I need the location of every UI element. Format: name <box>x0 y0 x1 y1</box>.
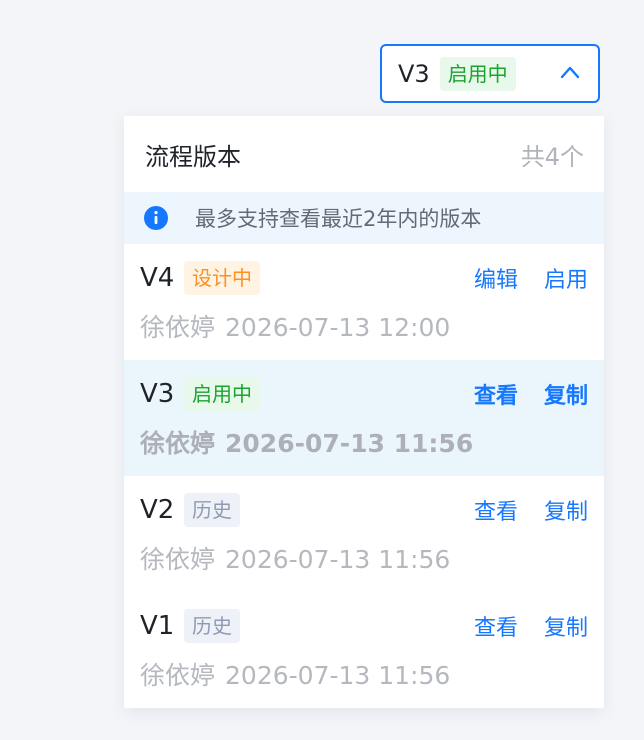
version-timestamp: 2026-07-13 12:00 <box>225 313 451 342</box>
version-item-v1[interactable]: V1 历史 查看 复制徐依婷 2026-07-13 11:56 <box>124 592 604 708</box>
version-author: 徐依婷 <box>140 661 216 690</box>
copy-version-button[interactable]: 复制 <box>544 494 588 526</box>
version-meta: 徐依婷 2026-07-13 11:56 <box>140 424 588 460</box>
version-status-badge: 启用中 <box>184 377 260 411</box>
version-meta: 徐依婷 2026-07-13 11:56 <box>140 656 588 692</box>
info-bar: 最多支持查看最近2年内的版本 <box>124 192 604 244</box>
panel-title: 流程版本 <box>145 142 241 171</box>
version-status-badge: 设计中 <box>184 261 260 295</box>
version-author: 徐依婷 <box>140 545 216 574</box>
version-row-top: V4 设计中 编辑 启用 <box>140 260 588 296</box>
info-text: 最多支持查看最近2年内的版本 <box>195 207 482 231</box>
version-timestamp: 2026-07-13 11:56 <box>225 429 474 458</box>
version-timestamp: 2026-07-13 11:56 <box>225 661 451 690</box>
version-meta: 徐依婷 2026-07-13 12:00 <box>140 308 588 344</box>
panel-header: 流程版本 共4个 <box>124 116 604 192</box>
version-name: V3 <box>140 379 175 409</box>
selected-version-status-badge: 启用中 <box>439 56 516 91</box>
version-actions: 查看 复制 <box>474 378 588 410</box>
view-version-button[interactable]: 查看 <box>474 494 518 526</box>
version-author: 徐依婷 <box>140 429 216 458</box>
view-version-button[interactable]: 查看 <box>474 378 518 410</box>
version-name: V2 <box>140 495 175 525</box>
copy-version-button[interactable]: 复制 <box>544 378 588 410</box>
version-count: 共4个 <box>520 142 584 171</box>
version-status-badge: 历史 <box>184 609 240 643</box>
view-version-button[interactable]: 查看 <box>474 610 518 642</box>
version-selector[interactable]: V3 启用中 <box>380 44 600 103</box>
version-actions: 编辑 启用 <box>474 262 588 294</box>
version-item-v3[interactable]: V3 启用中 查看 复制徐依婷 2026-07-13 11:56 <box>124 360 604 476</box>
version-author: 徐依婷 <box>140 313 216 342</box>
version-row-top: V2 历史 查看 复制 <box>140 492 588 528</box>
enable-version-button[interactable]: 启用 <box>544 262 588 294</box>
version-row-top: V3 启用中 查看 复制 <box>140 376 588 412</box>
version-actions: 查看 复制 <box>474 494 588 526</box>
version-timestamp: 2026-07-13 11:56 <box>225 545 451 574</box>
selected-version-label: V3 <box>398 59 430 88</box>
edit-version-button[interactable]: 编辑 <box>474 262 518 294</box>
version-row-top: V1 历史 查看 复制 <box>140 608 588 644</box>
copy-version-button[interactable]: 复制 <box>544 610 588 642</box>
version-name: V4 <box>140 263 175 293</box>
version-item-v4[interactable]: V4 设计中 编辑 启用徐依婷 2026-07-13 12:00 <box>124 244 604 360</box>
version-dropdown-panel: 流程版本 共4个 最多支持查看最近2年内的版本 V4 设计中 编辑 启用徐依婷 2026… <box>124 116 604 708</box>
version-list: V4 设计中 编辑 启用 徐依婷 2026-07-13 12:00 V3 启用中 查看 复制 徐依婷… <box>124 244 604 708</box>
chevron-up-icon[interactable] <box>560 65 580 79</box>
version-meta: 徐依婷 2026-07-13 11:56 <box>140 540 588 576</box>
version-name: V1 <box>140 611 175 641</box>
info-icon <box>144 206 168 230</box>
version-status-badge: 历史 <box>184 493 240 527</box>
version-item-v2[interactable]: V2 历史 查看 复制徐依婷 2026-07-13 11:56 <box>124 476 604 592</box>
version-actions: 查看 复制 <box>474 610 588 642</box>
